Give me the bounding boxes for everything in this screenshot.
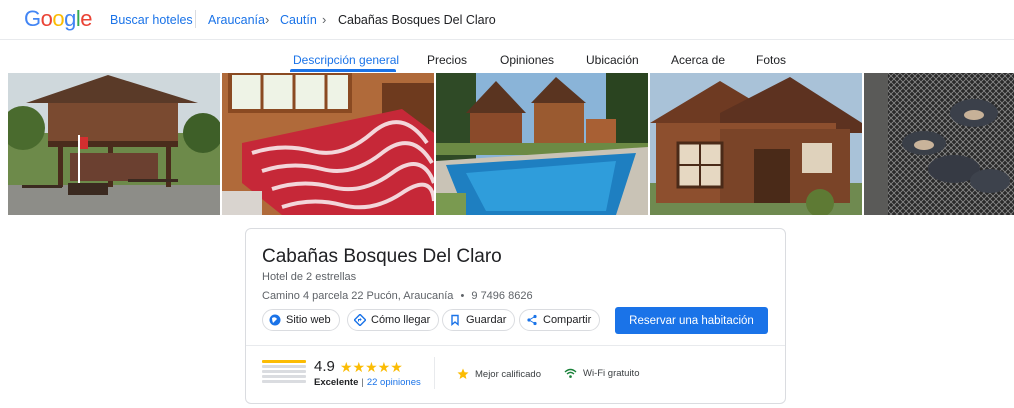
rating-bar-4: [262, 365, 306, 368]
amenity-wifi-label: Wi-Fi gratuito: [583, 368, 640, 379]
photo-pool[interactable]: [436, 73, 648, 215]
address-separator: •: [460, 290, 465, 302]
tab-prices[interactable]: Precios: [427, 53, 467, 67]
tab-bar: Descripción general Precios Opiniones Ub…: [0, 40, 1014, 72]
chevron-right-icon: ›: [322, 12, 327, 27]
hotel-phone[interactable]: 9 7496 8626: [471, 290, 532, 302]
hotel-class: Hotel de 2 estrellas: [262, 271, 357, 283]
hotel-info-card: Cabañas Bosques Del Claro Hotel de 2 est…: [245, 228, 786, 404]
breadcrumb-city[interactable]: Cautín: [280, 13, 317, 27]
amenity-top-rated-label: Mejor calificado: [475, 368, 541, 380]
wifi-icon: [564, 368, 577, 378]
save-button-label: Guardar: [466, 314, 507, 326]
website-button[interactable]: Sitio web: [262, 309, 340, 331]
save-button[interactable]: Guardar: [442, 309, 516, 331]
google-logo[interactable]: Google: [24, 6, 93, 32]
breadcrumb-current: Cabañas Bosques Del Claro: [338, 13, 496, 27]
active-tab-indicator: [290, 69, 396, 72]
hotel-name: Cabañas Bosques Del Claro: [262, 246, 502, 267]
breadcrumb-divider: [195, 10, 196, 28]
photo-grill[interactable]: [864, 73, 1014, 215]
rating-bar-5: [262, 360, 306, 363]
logo-letter: o: [52, 6, 65, 31]
website-button-label: Sitio web: [286, 314, 331, 326]
rating-bar-1: [262, 380, 306, 383]
logo-letter: G: [24, 6, 41, 31]
globe-icon: [269, 314, 281, 326]
breadcrumb-region[interactable]: Araucanía: [208, 13, 265, 27]
photo-gallery: [8, 73, 1014, 215]
star-icon: [457, 368, 469, 379]
tab-location[interactable]: Ubicación: [586, 53, 639, 67]
rating-bar-2: [262, 375, 306, 378]
photo-bedroom[interactable]: [222, 73, 434, 215]
tab-about[interactable]: Acerca de: [671, 53, 725, 67]
hotel-address-line: Camino 4 parcela 22 Pucón, Araucanía • 9…: [262, 290, 533, 302]
directions-button-label: Cómo llegar: [371, 314, 431, 326]
share-button-label: Compartir: [543, 314, 592, 326]
rating-summary: Excelente | 22 opiniones: [314, 377, 421, 388]
directions-button[interactable]: Cómo llegar: [347, 309, 440, 331]
share-icon: [527, 314, 537, 326]
reviews-link[interactable]: 22 opiniones: [367, 377, 421, 388]
amenity-wifi: Wi-Fi gratuito: [564, 368, 639, 379]
rating-bar-3: [262, 370, 306, 373]
top-bar: Google Buscar hoteles Araucanía › Cautín…: [0, 0, 1014, 40]
logo-letter: o: [40, 6, 53, 31]
bookmark-icon: [451, 314, 459, 326]
tab-reviews[interactable]: Opiniones: [500, 53, 554, 67]
card-divider: [246, 345, 785, 346]
photo-cabin-exterior[interactable]: [8, 73, 220, 215]
tab-photos[interactable]: Fotos: [756, 53, 786, 67]
rating-separator: |: [361, 377, 364, 388]
rating-amenity-divider: [434, 357, 435, 389]
hotel-address: Camino 4 parcela 22 Pucón, Araucanía: [262, 290, 454, 302]
tab-overview[interactable]: Descripción general: [293, 53, 399, 67]
rating-stars: ★★★★★: [340, 359, 403, 375]
amenity-top-rated: Mejor calificado: [457, 368, 541, 380]
share-button[interactable]: Compartir: [519, 309, 601, 331]
logo-letter: g: [64, 6, 76, 31]
rating-label: Excelente: [314, 377, 359, 388]
rating-distribution-bars: [262, 360, 306, 385]
photo-cabin-front[interactable]: [650, 73, 862, 215]
chevron-right-icon: ›: [265, 12, 270, 27]
directions-icon: [354, 314, 366, 326]
rating-score: 4.9: [314, 358, 335, 375]
logo-letter: e: [80, 6, 93, 31]
search-hotels-link[interactable]: Buscar hoteles: [110, 13, 193, 27]
reserve-room-button[interactable]: Reservar una habitación: [615, 307, 768, 334]
